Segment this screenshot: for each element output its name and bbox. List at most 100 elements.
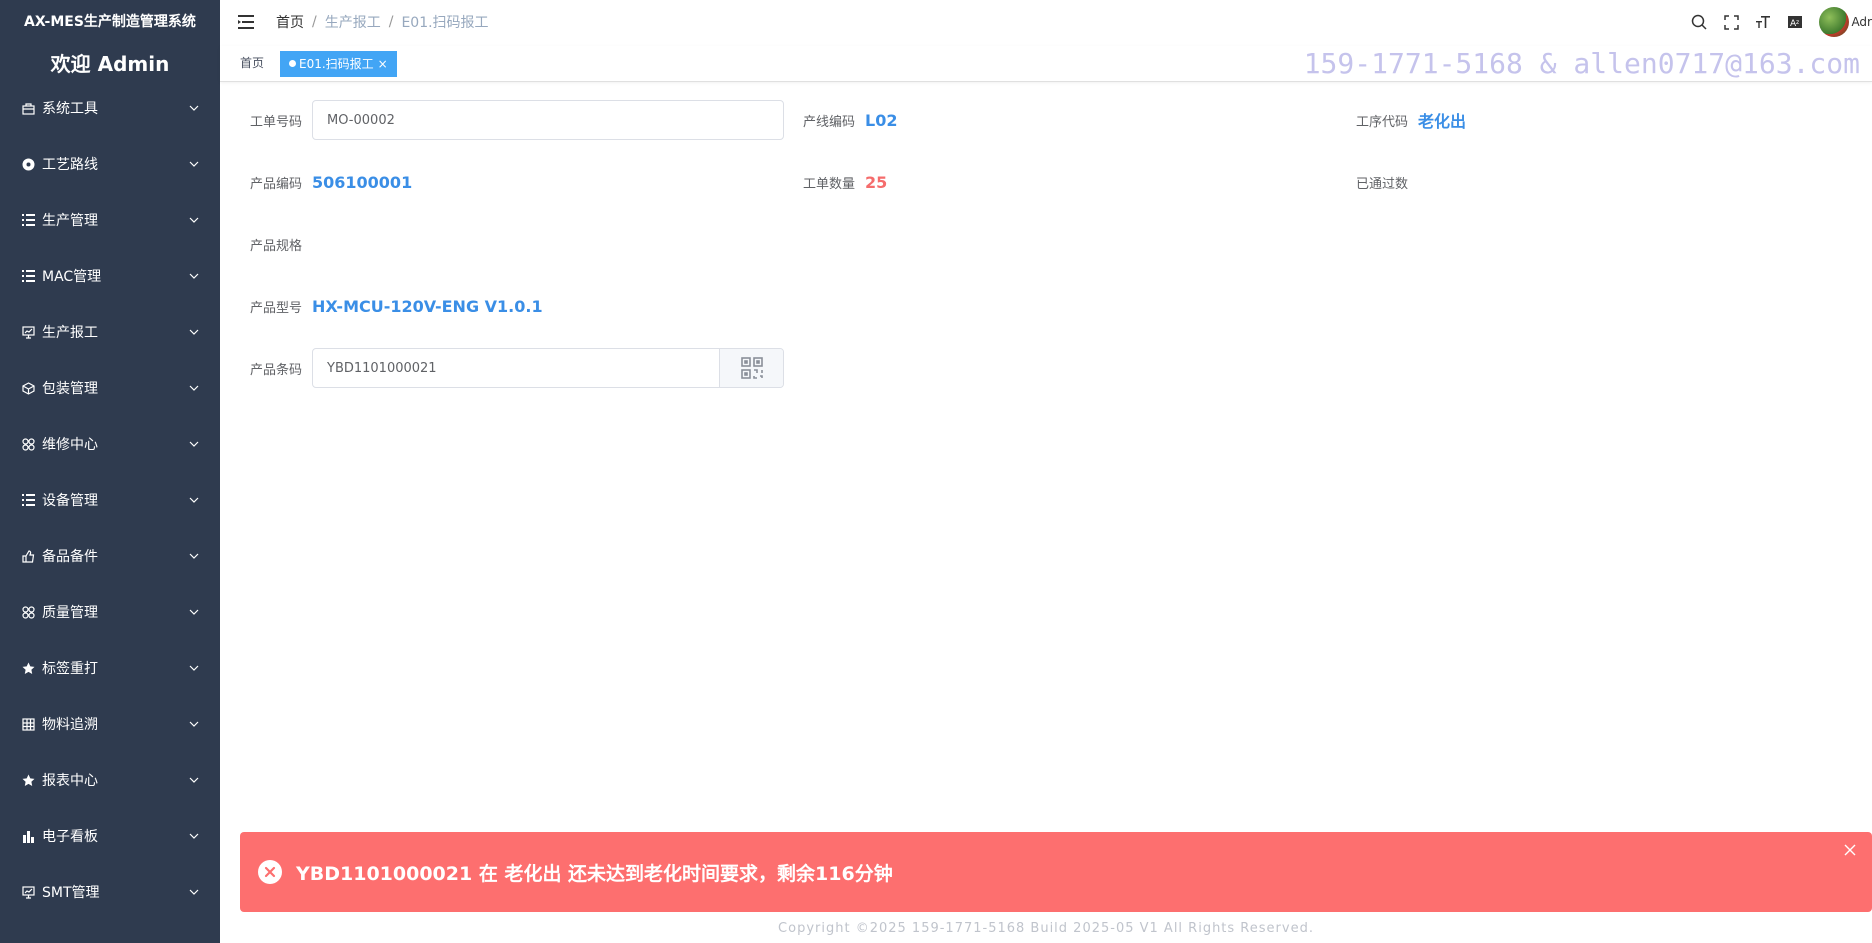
table-icon — [20, 716, 36, 732]
sidebar-item-label: 物料追溯 — [42, 717, 98, 733]
product-spec-field: 产品规格 — [244, 224, 312, 264]
chevron-down-icon — [188, 102, 200, 114]
bar-chart-icon — [20, 828, 36, 844]
list-icon — [20, 212, 36, 228]
top-header: 首页 / 生产报工 / E01.扫码报工 Az Adr — [220, 0, 1872, 44]
translate-icon[interactable]: Az — [1785, 12, 1805, 32]
alert-close-icon[interactable] — [1842, 842, 1858, 858]
search-icon[interactable] — [1689, 12, 1709, 32]
chevron-down-icon — [188, 886, 200, 898]
list-icon — [20, 268, 36, 284]
star-icon — [20, 660, 36, 676]
box-icon — [20, 380, 36, 396]
grid-icon — [20, 436, 36, 452]
product-code-label: 产品编码 — [249, 176, 302, 192]
tab-close-icon[interactable]: × — [378, 52, 388, 76]
breadcrumb: 首页 / 生产报工 / E01.扫码报工 — [276, 12, 489, 32]
sidebar-item[interactable]: 物料追溯 — [0, 696, 220, 752]
sidebar-item[interactable]: 质量管理 — [0, 584, 220, 640]
sidebar: AX-MES生产制造管理系统 欢迎 Admin 系统工具 工艺路线 生产管理 MAC管… — [0, 0, 220, 943]
sidebar-item-label: SMT管理 — [42, 885, 100, 901]
monitor-chart-icon — [20, 884, 36, 900]
thumb-icon — [20, 548, 36, 564]
order-qty-field: 工单数量 25 — [797, 162, 887, 202]
sidebar-item[interactable]: 电子看板 — [0, 808, 220, 864]
breadcrumb-separator: / — [388, 14, 394, 30]
form-row: 产品编码 506100001 工单数量 25 已通过数 — [220, 162, 1872, 202]
sidebar-item-label: 包装管理 — [42, 381, 98, 397]
tab-scan-report[interactable]: E01.扫码报工 × — [280, 51, 397, 77]
list-icon — [20, 492, 36, 508]
sidebar-item[interactable]: 标签重打 — [0, 640, 220, 696]
error-alert: YBD1101000021 在 老化出 还未达到老化时间要求，剩余116分钟 — [240, 832, 1872, 912]
order-qty-value: 25 — [865, 172, 888, 192]
breadcrumb-production-report[interactable]: 生产报工 — [325, 12, 381, 32]
sidebar-item[interactable]: 生产报工 — [0, 304, 220, 360]
scan-button[interactable] — [719, 349, 783, 387]
sidebar-item-label: 生产报工 — [42, 325, 98, 341]
work-order-input[interactable]: MO-00002 — [312, 100, 784, 140]
form-row: 产品规格 — [220, 224, 1872, 264]
star-icon — [20, 772, 36, 788]
user-avatar[interactable] — [1819, 7, 1850, 37]
chevron-down-icon — [188, 774, 200, 786]
qrcode-icon — [740, 357, 763, 379]
passed-qty-field: 已通过数 — [1350, 162, 1418, 202]
sidebar-item[interactable]: 生产管理 — [0, 192, 220, 248]
chevron-down-icon — [188, 718, 200, 730]
sidebar-item-label: 生产管理 — [42, 213, 98, 229]
font-size-icon[interactable] — [1753, 12, 1773, 32]
alert-message: YBD1101000021 在 老化出 还未达到老化时间要求，剩余116分钟 — [296, 862, 893, 885]
sidebar-item[interactable]: 维修中心 — [0, 416, 220, 472]
route-icon — [20, 156, 36, 172]
line-code-field: 产线编码 L02 — [797, 100, 897, 140]
sidebar-item[interactable]: 报表中心 — [0, 752, 220, 808]
work-order-label: 工单号码 — [249, 114, 302, 130]
chevron-down-icon — [188, 438, 200, 450]
sidebar-item-label: 电子看板 — [42, 829, 98, 845]
product-code-value: 506100001 — [312, 172, 413, 192]
barcode-input[interactable]: YBD1101000021 — [313, 349, 719, 387]
sidebar-item-label: 工艺路线 — [42, 157, 98, 173]
process-code-value: 老化出 — [1418, 112, 1467, 131]
line-code-value: L02 — [865, 110, 898, 130]
sidebar-item-label: 质量管理 — [42, 605, 98, 621]
sidebar-item-label: 备品备件 — [42, 549, 98, 565]
monitor-chart-icon — [20, 324, 36, 340]
sidebar-item[interactable]: 工艺路线 — [0, 136, 220, 192]
sidebar-item[interactable]: MAC管理 — [0, 248, 220, 304]
product-model-field: 产品型号 HX-MCU-120V-ENG V1.0.1 — [244, 286, 543, 326]
breadcrumb-scan-report: E01.扫码报工 — [401, 15, 489, 31]
order-qty-label: 工单数量 — [802, 176, 855, 192]
chevron-down-icon — [188, 158, 200, 170]
sidebar-item[interactable]: 包装管理 — [0, 360, 220, 416]
tags-view-bar: 首页 E01.扫码报工 × 159-1771-5168 & allen0717@1… — [220, 46, 1872, 82]
form-row: 产品条码 YBD1101000021 — [220, 348, 1872, 388]
sidebar-item[interactable]: 设备管理 — [0, 472, 220, 528]
fullscreen-icon[interactable] — [1721, 12, 1741, 32]
user-name[interactable]: Adr — [1851, 15, 1872, 29]
sidebar-item-label: 系统工具 — [42, 101, 98, 117]
chevron-down-icon — [188, 326, 200, 338]
footer-copyright: Copyright ©2025 159-1771-5168 Build 2025… — [778, 921, 1314, 936]
sidebar-item[interactable]: 备品备件 — [0, 528, 220, 584]
barcode-input-group: YBD1101000021 — [312, 348, 784, 388]
sidebar-item[interactable]: SMT管理 — [0, 864, 220, 920]
sidebar-item-label: 设备管理 — [42, 493, 98, 509]
barcode-label: 产品条码 — [249, 362, 302, 378]
sidebar-item-label: MAC管理 — [42, 269, 102, 285]
product-model-label: 产品型号 — [249, 300, 302, 316]
tab-home[interactable]: 首页 — [232, 51, 273, 77]
chevron-down-icon — [188, 494, 200, 506]
chevron-down-icon — [188, 214, 200, 226]
active-dot-icon — [289, 60, 296, 67]
chevron-down-icon — [188, 382, 200, 394]
tab-scan-report-label: E01.扫码报工 — [299, 57, 374, 71]
breadcrumb-separator: / — [312, 14, 317, 30]
sidebar-item-label: 维修中心 — [42, 437, 98, 453]
breadcrumb-home[interactable]: 首页 — [276, 12, 304, 32]
process-code-label: 工序代码 — [1355, 114, 1408, 130]
chevron-down-icon — [188, 830, 200, 842]
hamburger-icon[interactable] — [236, 12, 256, 32]
form-row: 产品型号 HX-MCU-120V-ENG V1.0.1 — [220, 286, 1872, 326]
